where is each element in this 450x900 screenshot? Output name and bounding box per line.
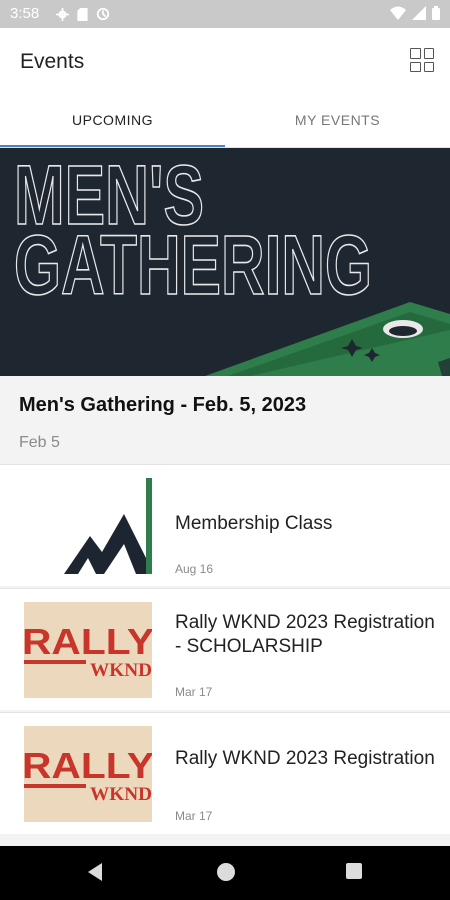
- event-name: Rally WKND 2023 Registration - SCHOLARSH…: [175, 612, 435, 657]
- events-list: Membership Class Aug 16 RALLY WKND Rally…: [0, 464, 450, 846]
- status-bar: 3:58: [0, 0, 450, 28]
- data-saver-icon: [96, 7, 110, 21]
- wifi-icon: [390, 6, 406, 20]
- tab-upcoming[interactable]: UPCOMING: [0, 94, 225, 148]
- settings-icon: [56, 7, 69, 21]
- banner-line2: GATHERING: [14, 218, 372, 312]
- sd-card-icon: [77, 7, 88, 21]
- home-icon[interactable]: [216, 862, 236, 882]
- battery-icon: [432, 6, 440, 20]
- signal-icon: [412, 6, 426, 20]
- event-date: Mar 17: [175, 809, 213, 823]
- back-icon[interactable]: [86, 862, 104, 882]
- event-name: Membership Class: [175, 513, 333, 534]
- event-item[interactable]: RALLY WKND Rally WKND 2023 Registration …: [0, 712, 450, 834]
- grid-view-icon[interactable]: [410, 48, 434, 72]
- featured-event-card[interactable]: Men's Gathering - Feb. 5, 2023 Feb 5: [0, 376, 450, 464]
- event-name: Rally WKND 2023 Registration: [175, 748, 435, 769]
- status-notification-icons: [56, 7, 110, 21]
- tab-bar: UPCOMING MY EVENTS: [0, 94, 450, 148]
- featured-event-date: Feb 5: [19, 434, 60, 451]
- svg-text:WKND: WKND: [90, 784, 152, 805]
- rally-wknd-thumbnail: RALLY WKND: [24, 726, 152, 822]
- event-date: Mar 17: [175, 685, 213, 699]
- featured-event-banner[interactable]: MEN'S GATHERING: [0, 148, 450, 376]
- svg-text:RALLY: RALLY: [24, 621, 152, 662]
- page-title: Events: [20, 50, 85, 73]
- status-system-icons: [390, 6, 440, 20]
- event-item[interactable]: Membership Class Aug 16: [0, 464, 450, 586]
- app-bar: Events: [0, 28, 450, 94]
- event-date: Aug 16: [175, 562, 214, 576]
- recents-icon[interactable]: [345, 862, 363, 880]
- featured-event-title: Men's Gathering - Feb. 5, 2023: [19, 394, 307, 416]
- rally-wknd-thumbnail: RALLY WKND: [24, 602, 152, 698]
- cornhole-board-icon: [205, 302, 450, 376]
- status-time: 3:58: [10, 5, 40, 22]
- mountain-logo-thumbnail: [24, 478, 152, 574]
- event-item[interactable]: RALLY WKND Rally WKND 2023 Registration …: [0, 588, 450, 710]
- svg-text:WKND: WKND: [90, 660, 152, 681]
- system-navigation-bar: [0, 846, 450, 900]
- tab-my-events[interactable]: MY EVENTS: [225, 94, 450, 148]
- banner-artwork: MEN'S GATHERING: [13, 148, 450, 376]
- svg-text:RALLY: RALLY: [24, 745, 152, 786]
